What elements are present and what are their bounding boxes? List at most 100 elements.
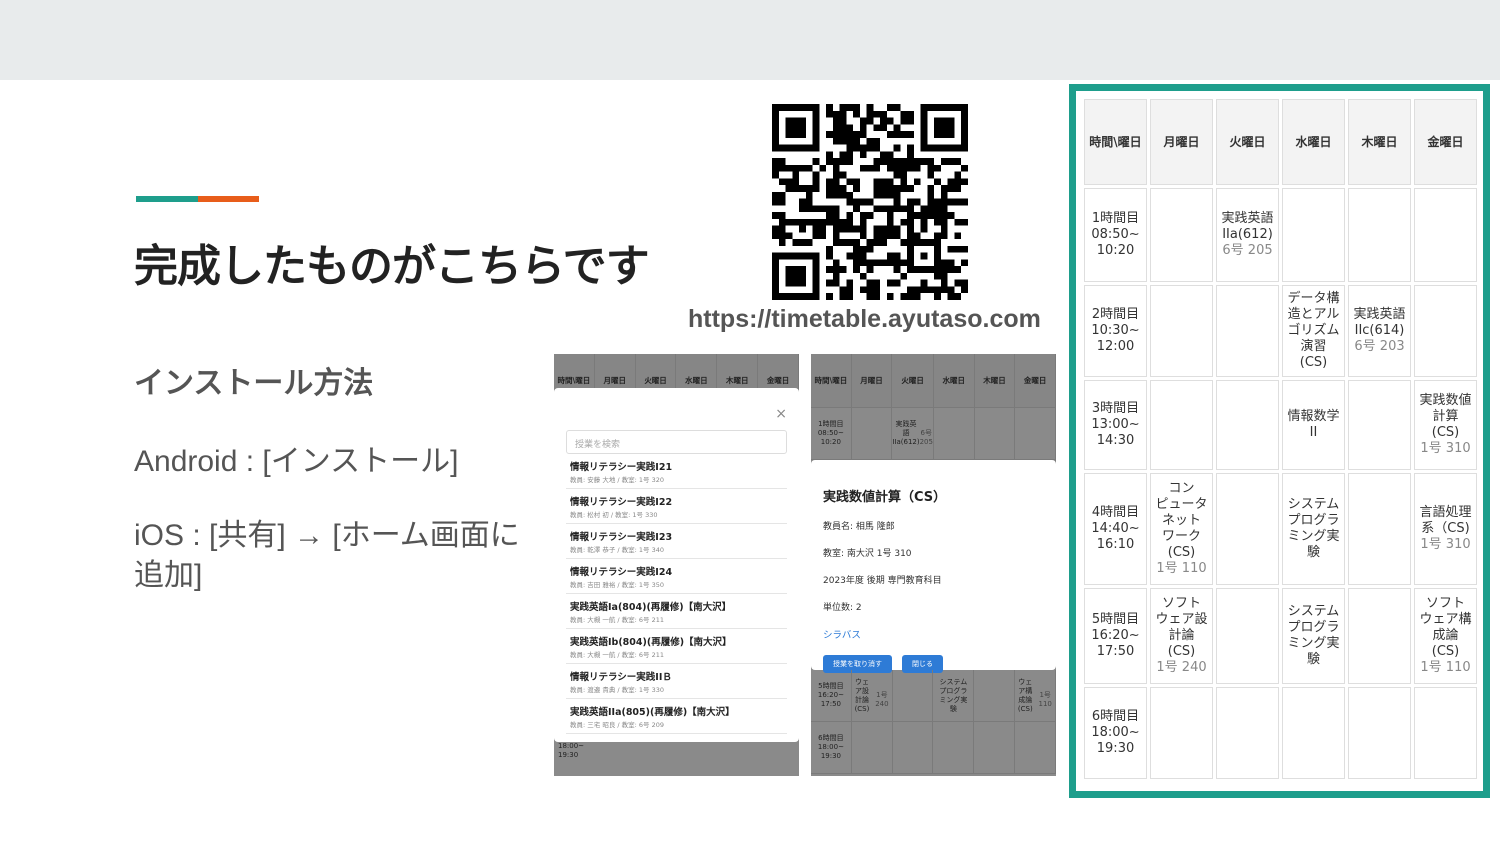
timetable-cell[interactable] xyxy=(1216,285,1279,377)
course-teacher: 教員名: 相馬 隆郎 xyxy=(823,522,895,532)
timetable-cell[interactable] xyxy=(1216,380,1279,470)
course-item-name: 情報リテラシー実践IIＢ xyxy=(570,672,672,683)
timetable-cell[interactable]: 実践数値 計算 (CS) 1号 310 xyxy=(1414,380,1477,470)
timetable-cell[interactable]: データ構 造とアル ゴリズム 演習 (CS) xyxy=(1282,285,1345,377)
course-name: 情報数学 II xyxy=(1287,409,1340,440)
timetable: 時間\曜日 月曜日 火曜日 水曜日 木曜日 金曜日 1時間目 08:50~ 10:20 実践… xyxy=(1081,96,1480,782)
course-name: 実践英語 IIa(612) xyxy=(1221,211,1274,242)
course-search-input[interactable]: 授業を検索 xyxy=(566,430,787,454)
ios-instruction: iOS : [共有] → [ホーム画面に追加] xyxy=(134,519,520,592)
timetable-cell[interactable] xyxy=(1216,687,1279,779)
mini-cell xyxy=(974,408,1016,460)
course-room: 教室: 南大沢 1号 310 xyxy=(823,549,912,559)
period-label: 1時間目 08:50~ 10:20 xyxy=(1084,188,1147,282)
timetable-cell[interactable] xyxy=(1216,473,1279,585)
accent-bar-orange xyxy=(198,196,259,202)
course-list-item[interactable]: 実践英語Ia(804)(再履修)【南大沢】 教員: 大槻 一航 / 教室: 6号 … xyxy=(566,594,787,629)
timetable-cell[interactable] xyxy=(1150,188,1213,282)
site-url[interactable]: https://timetable.ayutaso.com xyxy=(688,305,1041,334)
course-name: コン ピュータ ネット ワーク (CS) xyxy=(1155,481,1208,560)
mini-cell xyxy=(851,408,893,460)
timetable-cell[interactable]: 実践英語 IIc(614) 6号 203 xyxy=(1348,285,1411,377)
mini-bottom-rows: 5時間目 16:20~ 17:50 ウェア設 計論 (CS) 1号 240 システム… xyxy=(811,670,1056,774)
mini-cell: 1時間目 08:50~ 10:20 xyxy=(811,408,852,460)
mini-room: 1号 240 xyxy=(875,691,889,708)
mini-cell xyxy=(974,670,1016,722)
course-room: 6号 203 xyxy=(1354,339,1405,354)
timetable-cell[interactable]: ソフト ウェア構 成論 (CS) 1号 110 xyxy=(1414,588,1477,684)
course-item-name: 情報リテラシー実践I24 xyxy=(570,567,673,578)
timetable-cell[interactable] xyxy=(1348,588,1411,684)
timetable-cell[interactable] xyxy=(1348,473,1411,585)
course-room: 1号 110 xyxy=(1156,561,1207,576)
timetable-cell[interactable] xyxy=(1414,687,1477,779)
course-item-meta: 教員: 大槻 一航 / 教室: 6号 211 xyxy=(570,616,665,624)
slide: 完成したものがこちらです インストール方法 Android : [インストール]… xyxy=(0,0,1500,844)
course-room: 1号 310 xyxy=(1420,537,1471,552)
qr-code-icon[interactable] xyxy=(772,104,968,300)
mini-cell xyxy=(1015,408,1056,460)
timetable-cell[interactable]: 言語処理 系（CS) 1号 310 xyxy=(1414,473,1477,585)
course-list-item[interactable]: 実践英語IIa(805)(再履修)【南大沢】 教員: 三宅 昭良 / 教室: 6号… xyxy=(566,699,787,734)
timetable-header: 時間\曜日 xyxy=(1084,99,1147,185)
mini-cell: 5時間目 16:20~ 17:50 xyxy=(811,670,852,722)
timetable-cell[interactable] xyxy=(1216,588,1279,684)
timetable-cell[interactable]: システム プログラ ミング実 験 xyxy=(1282,473,1345,585)
timetable-cell[interactable] xyxy=(1282,687,1345,779)
timetable-cell[interactable] xyxy=(1150,285,1213,377)
course-name: 言語処理 系（CS) xyxy=(1419,505,1472,536)
mini-header: 月曜日 xyxy=(851,354,893,408)
period-time: 5時間目 16:20~ 17:50 xyxy=(1091,612,1140,659)
course-list-item[interactable]: 情報リテラシー実践I22 教員: 松村 初 / 教室: 1号 330 xyxy=(566,489,787,524)
timetable-cell[interactable] xyxy=(1150,380,1213,470)
course-room: 1号 310 xyxy=(1420,441,1471,456)
install-heading: インストール方法 xyxy=(134,366,374,401)
mini-cell: システム プログラ ミング実 験 xyxy=(933,670,975,722)
timetable-cell[interactable] xyxy=(1150,687,1213,779)
slide-title: 完成したものがこちらです xyxy=(134,241,650,292)
timetable-cell[interactable] xyxy=(1348,687,1411,779)
mini-cell xyxy=(933,408,975,460)
mini-header: 時間\曜日 xyxy=(811,354,852,408)
timetable-header: 火曜日 xyxy=(1216,99,1279,185)
timetable-cell[interactable] xyxy=(1414,188,1477,282)
screenshot-course-search: 時間\曜日 月曜日 火曜日 水曜日 木曜日 金曜日 × 授業を検索 情報リテラシー実践I2… xyxy=(554,354,799,776)
course-list-item[interactable]: 実践英語Ib(804)(再履修)【南大沢】 教員: 大槻 一航 / 教室: 6号 … xyxy=(566,629,787,664)
period-time: 3時間目 13:00~ 14:30 xyxy=(1091,401,1140,448)
course-name: 実践数値 計算 (CS) xyxy=(1419,393,1472,440)
timetable-cell[interactable] xyxy=(1348,188,1411,282)
course-name: 実践英語 IIc(614) xyxy=(1353,307,1406,338)
timetable-cell[interactable]: 実践英語 IIa(612) 6号 205 xyxy=(1216,188,1279,282)
course-search-modal: × 授業を検索 情報リテラシー実践I21 教員: 安藤 大地 / 教室: 1号 3… xyxy=(554,388,799,742)
timetable-cell[interactable] xyxy=(1282,188,1345,282)
timetable-cell[interactable] xyxy=(1348,380,1411,470)
mini-cell: ウェア構 成論 (CS) 1号 110 xyxy=(1015,670,1056,722)
mini-cell xyxy=(851,722,893,774)
mini-cell xyxy=(974,722,1016,774)
period-label: 2時間目 10:30~ 12:00 xyxy=(1084,285,1147,377)
timetable-cell[interactable] xyxy=(1414,285,1477,377)
period-label: 3時間目 13:00~ 14:30 xyxy=(1084,380,1147,470)
course-list-item[interactable]: 情報リテラシー実践I21 教員: 安藤 大地 / 教室: 1号 320 xyxy=(566,454,787,489)
course-list-item[interactable]: 情報リテラシー実践IIＢ 教員: 渡邉 貴典 / 教室: 1号 330 xyxy=(566,664,787,699)
course-name: システム プログラ ミング実 験 xyxy=(1287,604,1340,667)
android-instruction: Android : [インストール] xyxy=(134,445,459,478)
course-item-meta: 教員: 渡邉 貴典 / 教室: 1号 330 xyxy=(570,686,665,694)
course-list-item[interactable]: 情報リテラシー実践I23 教員: 乾澤 恭子 / 教室: 1号 340 xyxy=(566,524,787,559)
mini-cell xyxy=(892,722,934,774)
mini-room: 1号 110 xyxy=(1038,691,1052,708)
course-list-item[interactable]: 情報リテラシー実践I24 教員: 吉田 雅裕 / 教室: 1号 350 xyxy=(566,559,787,594)
timetable-cell[interactable]: コン ピュータ ネット ワーク (CS) 1号 110 xyxy=(1150,473,1213,585)
timetable-cell[interactable]: 情報数学 II xyxy=(1282,380,1345,470)
syllabus-link[interactable]: シラバス xyxy=(823,627,1044,641)
course-item-meta: 教員: 乾澤 恭子 / 教室: 1号 340 xyxy=(570,546,665,554)
course-term: 2023年度 後期 専門教育科目 xyxy=(823,576,942,586)
course-room: 6号 205 xyxy=(1222,243,1273,258)
period-time: 4時間目 14:40~ 16:10 xyxy=(1091,505,1140,552)
close-icon[interactable]: × xyxy=(775,406,787,422)
mini-cell xyxy=(1015,722,1056,774)
timetable-cell[interactable]: システム プログラ ミング実 験 xyxy=(1282,588,1345,684)
timetable-frame: 時間\曜日 月曜日 火曜日 水曜日 木曜日 金曜日 1時間目 08:50~ 10:20 実践… xyxy=(1069,84,1490,798)
timetable-cell[interactable]: ソフト ウェア設 計論 (CS) 1号 240 xyxy=(1150,588,1213,684)
period-label: 4時間目 14:40~ 16:10 xyxy=(1084,473,1147,585)
